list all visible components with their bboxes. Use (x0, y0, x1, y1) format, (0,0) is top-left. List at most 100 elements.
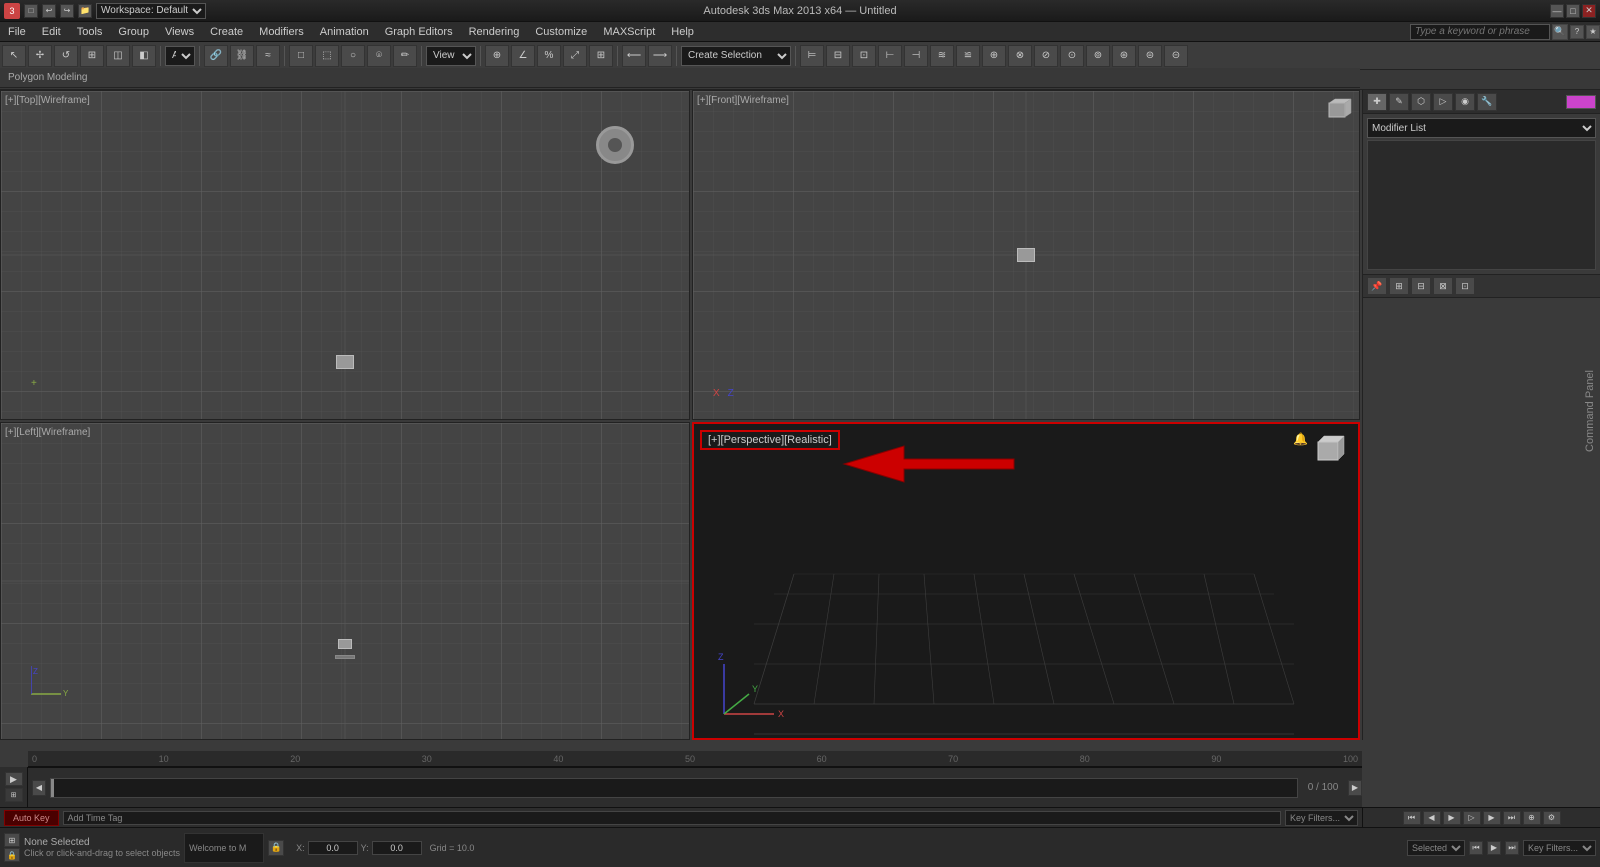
spinner-snap-btn[interactable]: ⤢ (563, 45, 587, 67)
menu-modifiers[interactable]: Modifiers (251, 22, 312, 41)
stack-options-btn[interactable]: ⊡ (1455, 277, 1475, 295)
status-frame-end-icon[interactable]: ⏭ (1505, 841, 1519, 855)
titlebar-icon1[interactable]: □ (24, 4, 38, 18)
snap-toggle-btn[interactable]: ⊕ (485, 45, 509, 67)
utilities-panel-icon[interactable]: 🔧 (1477, 93, 1497, 111)
maximize-button[interactable]: □ (1566, 4, 1580, 18)
mini-player-btn[interactable]: ▶ (5, 772, 23, 786)
tb-btn-4[interactable]: ⊢ (878, 45, 902, 67)
modifier-list-dropdown[interactable]: Modifier List (1367, 118, 1596, 138)
timeline-next-btn[interactable]: ▶ (1348, 780, 1362, 796)
tb-btn-11[interactable]: ⊙ (1060, 45, 1084, 67)
status-grid-icon[interactable]: ⊞ (4, 833, 20, 847)
close-button[interactable]: ✕ (1582, 4, 1596, 18)
status-key-filters-dropdown[interactable]: Key Filters... (1523, 840, 1596, 856)
titlebar-icon2[interactable]: ↩ (42, 4, 56, 18)
stack-expand-btn[interactable]: ⊞ (1389, 277, 1409, 295)
tb-btn-13[interactable]: ⊛ (1112, 45, 1136, 67)
tb-btn-15[interactable]: ⊝ (1164, 45, 1188, 67)
tb-btn-7[interactable]: ≌ (956, 45, 980, 67)
hierarchy-panel-icon[interactable]: ⬡ (1411, 93, 1431, 111)
pin-stack-btn[interactable]: 📌 (1367, 277, 1387, 295)
title-bar-controls[interactable]: — □ ✕ (1550, 4, 1596, 18)
stack-delete-btn[interactable]: ⊠ (1433, 277, 1453, 295)
tb-btn-5[interactable]: ⊣ (904, 45, 928, 67)
search-input[interactable] (1410, 24, 1550, 40)
tb-btn-9[interactable]: ⊗ (1008, 45, 1032, 67)
reference-dropdown[interactable]: All (165, 46, 195, 66)
menu-rendering[interactable]: Rendering (461, 22, 528, 41)
status-play-icon[interactable]: ▶ (1487, 841, 1501, 855)
tb-btn-6[interactable]: ≋ (930, 45, 954, 67)
perspective-viewport[interactable]: [+][Perspective][Realistic] (692, 422, 1360, 740)
menu-graph-editors[interactable]: Graph Editors (377, 22, 461, 41)
undo-btn[interactable]: ⟵ (622, 45, 646, 67)
tb-btn-14[interactable]: ⊜ (1138, 45, 1162, 67)
timeline-prev-btn[interactable]: ◀ (32, 780, 46, 796)
tb-btn-3[interactable]: ⊡ (852, 45, 876, 67)
menu-help[interactable]: Help (663, 22, 702, 41)
menu-group[interactable]: Group (110, 22, 157, 41)
auto-key-button[interactable]: Auto Key (4, 810, 59, 826)
play-btn[interactable]: ▶ (1443, 811, 1461, 825)
create-selection-dropdown[interactable]: Create Selection (681, 46, 791, 66)
rotate-tool-btn[interactable]: ↺ (54, 45, 78, 67)
select-tool-btn[interactable]: ↖ (2, 45, 26, 67)
status-frame-icon[interactable]: ⏮ (1469, 841, 1483, 855)
top-left-viewport[interactable]: [+][Top][Wireframe] + (0, 90, 690, 420)
redo-btn[interactable]: ⟶ (648, 45, 672, 67)
paint-select-btn[interactable]: ✏ (393, 45, 417, 67)
edge-snap-btn[interactable]: ⊞ (589, 45, 613, 67)
goto-end-btn[interactable]: ⏭ (1503, 811, 1521, 825)
stack-collapse-btn[interactable]: ⊟ (1411, 277, 1431, 295)
tb-btn-10[interactable]: ⊘ (1034, 45, 1058, 67)
move-tool-btn[interactable]: ✢ (28, 45, 52, 67)
workspace-dropdown[interactable]: Workspace: Default (96, 3, 206, 19)
y-coord-input[interactable] (372, 841, 422, 855)
align-btn[interactable]: ◧ (132, 45, 156, 67)
bind-btn[interactable]: ≈ (256, 45, 280, 67)
scale-tool-btn[interactable]: ⊞ (80, 45, 104, 67)
titlebar-icon3[interactable]: ↪ (60, 4, 74, 18)
motion-panel-icon[interactable]: ▷ (1433, 93, 1453, 111)
next-frame-btn[interactable]: ▶ (1483, 811, 1501, 825)
bottom-left-viewport[interactable]: [+][Left][Wireframe] Y Z (0, 422, 690, 740)
menu-customize[interactable]: Customize (527, 22, 595, 41)
mirror-btn[interactable]: ◫ (106, 45, 130, 67)
menu-views[interactable]: Views (157, 22, 202, 41)
tb-btn-2[interactable]: ⊟ (826, 45, 850, 67)
object-lock-icon[interactable]: 🔒 (268, 840, 284, 856)
menu-maxscript[interactable]: MAXScript (595, 22, 663, 41)
link-btn[interactable]: 🔗 (204, 45, 228, 67)
menu-tools[interactable]: Tools (69, 22, 111, 41)
circle-select-btn[interactable]: ○ (341, 45, 365, 67)
view-dropdown[interactable]: View (426, 46, 476, 66)
autokey-mode-dropdown[interactable]: Selected (1407, 840, 1465, 856)
minimize-button[interactable]: — (1550, 4, 1564, 18)
menu-create[interactable]: Create (202, 22, 251, 41)
menu-animation[interactable]: Animation (312, 22, 377, 41)
angle-snap-btn[interactable]: ∠ (511, 45, 535, 67)
loop-btn[interactable]: ⊞ (5, 788, 23, 802)
tb-btn-1[interactable]: ⊨ (800, 45, 824, 67)
unlink-btn[interactable]: ⛓ (230, 45, 254, 67)
tb-btn-8[interactable]: ⊕ (982, 45, 1006, 67)
modify-panel-icon[interactable]: ✎ (1389, 93, 1409, 111)
display-panel-icon[interactable]: ◉ (1455, 93, 1475, 111)
bookmark-icon[interactable]: ★ (1586, 25, 1600, 39)
timeline-slider[interactable] (50, 778, 1298, 798)
tb-btn-12[interactable]: ⊚ (1086, 45, 1110, 67)
prev-frame-btn[interactable]: ◀ (1423, 811, 1441, 825)
titlebar-icon4[interactable]: 📁 (78, 4, 92, 18)
menu-file[interactable]: File (0, 22, 34, 41)
menu-edit[interactable]: Edit (34, 22, 69, 41)
x-coord-input[interactable] (308, 841, 358, 855)
goto-start-btn[interactable]: ⏮ (1403, 811, 1421, 825)
top-right-viewport[interactable]: [+][Front][Wireframe] X Z (692, 90, 1360, 420)
object-select-btn[interactable]: □ (289, 45, 313, 67)
percent-snap-btn[interactable]: % (537, 45, 561, 67)
time-config-btn[interactable]: ⚙ (1543, 811, 1561, 825)
rectangle-select-btn[interactable]: ⬚ (315, 45, 339, 67)
key-filters-dropdown[interactable]: Key Filters... (1285, 810, 1358, 826)
play-selected-btn[interactable]: ▷ (1463, 811, 1481, 825)
